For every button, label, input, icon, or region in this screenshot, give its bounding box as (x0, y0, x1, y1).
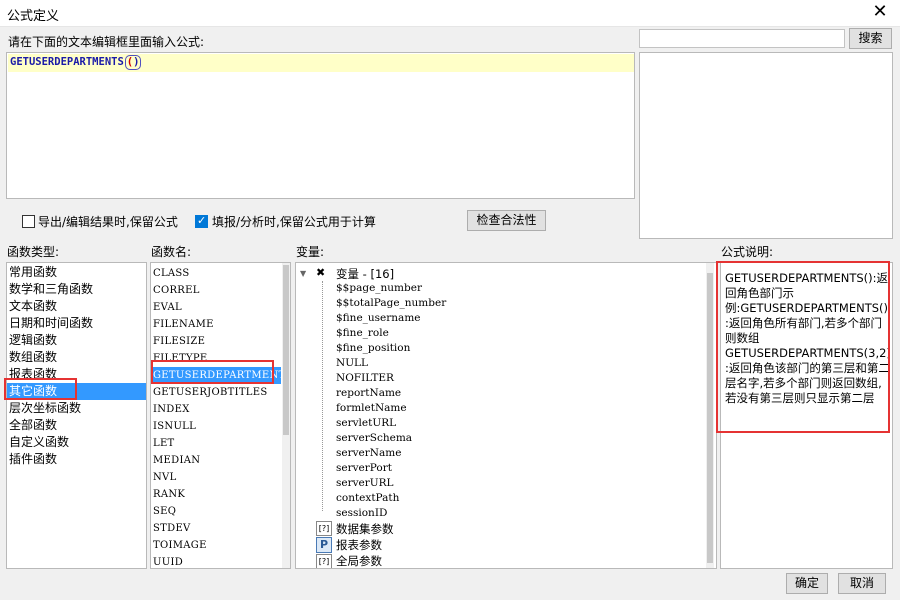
func-names-scrollbar[interactable] (282, 263, 290, 568)
fill-keep-formula-label: 填报/分析时,保留公式用于计算 (212, 215, 376, 229)
formula-text[interactable]: GETUSERDEPARTMENTS() (10, 55, 142, 70)
func-name-item[interactable]: FILENAME (151, 316, 281, 333)
variable-item[interactable]: reportName (336, 387, 401, 399)
func-name-item[interactable]: ISNULL (151, 418, 281, 435)
cancel-button[interactable]: 取消 (838, 573, 886, 594)
variable-item[interactable]: sessionID (336, 507, 387, 519)
func-type-item[interactable]: 逻辑函数 (7, 332, 146, 349)
variable-item[interactable]: $fine_username (336, 312, 421, 324)
func-names-scroll-thumb[interactable] (283, 265, 289, 435)
group-report-params[interactable]: 报表参数 (336, 537, 382, 553)
variable-item[interactable]: serverURL (336, 477, 394, 489)
description-header: 公式说明: (721, 245, 774, 259)
func-type-item[interactable]: 自定义函数 (7, 434, 146, 451)
func-name-item[interactable]: GETUSERJOBTITLES (151, 384, 281, 401)
variable-item[interactable]: servletURL (336, 417, 396, 429)
search-results-panel (639, 52, 893, 239)
title-bar: 公式定义 ✕ (0, 0, 900, 27)
variables-header: 变量: (296, 245, 325, 259)
func-name-item[interactable]: LET (151, 435, 281, 452)
export-keep-formula-label: 导出/编辑结果时,保留公式 (38, 215, 178, 229)
func-names-list[interactable]: CLASS CORREL EVAL FILENAME FILESIZE FILE… (150, 262, 291, 569)
variable-item[interactable]: serverName (336, 447, 401, 459)
func-names-header: 函数名: (151, 245, 192, 259)
tree-connector (322, 281, 323, 511)
func-name-item[interactable]: EVAL (151, 299, 281, 316)
func-type-item[interactable]: 文本函数 (7, 298, 146, 315)
func-types-list[interactable]: 常用函数 数学和三角函数 文本函数 日期和时间函数 逻辑函数 数组函数 报表函数… (6, 262, 147, 569)
annotation-box-func-name (151, 360, 274, 384)
variable-item[interactable]: $fine_role (336, 327, 389, 339)
func-name-item[interactable]: INDEX (151, 401, 281, 418)
variables-tree[interactable]: ▼ ✖ 变量 - [16] $$page_number $$totalPage_… (295, 262, 717, 569)
report-param-icon: P (316, 537, 332, 553)
func-type-item[interactable]: 数学和三角函数 (7, 281, 146, 298)
func-name-item[interactable]: FILESIZE (151, 333, 281, 350)
variables-root-label[interactable]: 变量 - [16] (336, 266, 394, 282)
func-name-item[interactable]: RANK (151, 486, 281, 503)
variable-item[interactable]: $$page_number (336, 282, 422, 294)
paren-match-highlight: () (124, 55, 142, 70)
fill-keep-formula-checkbox[interactable] (195, 214, 208, 228)
variable-root-icon: ✖ (316, 266, 326, 279)
search-button[interactable]: 搜索 (849, 28, 892, 49)
func-type-item[interactable]: 日期和时间函数 (7, 315, 146, 332)
func-name-item[interactable]: CLASS (151, 265, 281, 282)
annotation-box-description (716, 261, 890, 433)
func-name-item[interactable]: TOIMAGE (151, 537, 281, 554)
func-type-item[interactable]: 层次坐标函数 (7, 400, 146, 417)
func-name-item[interactable]: UUID (151, 554, 281, 568)
collapse-triangle-icon[interactable]: ▼ (300, 267, 306, 280)
variables-scroll-thumb[interactable] (707, 273, 713, 563)
global-param-icon: [?] (316, 554, 332, 568)
func-type-item[interactable]: 常用函数 (7, 264, 146, 281)
variable-item[interactable]: serverSchema (336, 432, 412, 444)
ok-button[interactable]: 确定 (786, 573, 828, 594)
variable-item[interactable]: $$totalPage_number (336, 297, 446, 309)
close-icon[interactable]: ✕ (870, 2, 890, 22)
check-validity-button[interactable]: 检查合法性 (467, 210, 546, 231)
variable-item[interactable]: serverPort (336, 462, 392, 474)
func-name-item[interactable]: STDEV (151, 520, 281, 537)
dataset-param-icon: [?] (316, 521, 332, 536)
annotation-box-func-type (4, 378, 77, 400)
func-type-item[interactable]: 数组函数 (7, 349, 146, 366)
formula-function-name: GETUSERDEPARTMENTS (10, 56, 124, 68)
func-name-item[interactable]: SEQ (151, 503, 281, 520)
func-type-item[interactable]: 插件函数 (7, 451, 146, 468)
group-dataset-params[interactable]: 数据集参数 (336, 521, 394, 537)
func-name-item[interactable]: MEDIAN (151, 452, 281, 469)
func-types-header: 函数类型: (7, 245, 60, 259)
func-name-item[interactable]: NVL (151, 469, 281, 486)
variable-item[interactable]: NOFILTER (336, 372, 394, 384)
variables-scrollbar[interactable] (706, 263, 714, 568)
variable-item[interactable]: contextPath (336, 492, 399, 504)
group-global-params[interactable]: 全局参数 (336, 553, 382, 568)
func-type-item[interactable]: 全部函数 (7, 417, 146, 434)
func-name-item[interactable]: CORREL (151, 282, 281, 299)
search-input[interactable] (639, 29, 845, 48)
variable-item[interactable]: $fine_position (336, 342, 410, 354)
window-title: 公式定义 (7, 9, 60, 24)
variable-item[interactable]: NULL (336, 357, 368, 369)
variable-item[interactable]: formletName (336, 402, 407, 414)
formula-close-paren: ) (133, 56, 140, 68)
editor-prompt: 请在下面的文本编辑框里面输入公式: (8, 35, 205, 49)
export-keep-formula-checkbox[interactable] (22, 215, 35, 228)
formula-editor[interactable]: GETUSERDEPARTMENTS() (6, 52, 635, 199)
